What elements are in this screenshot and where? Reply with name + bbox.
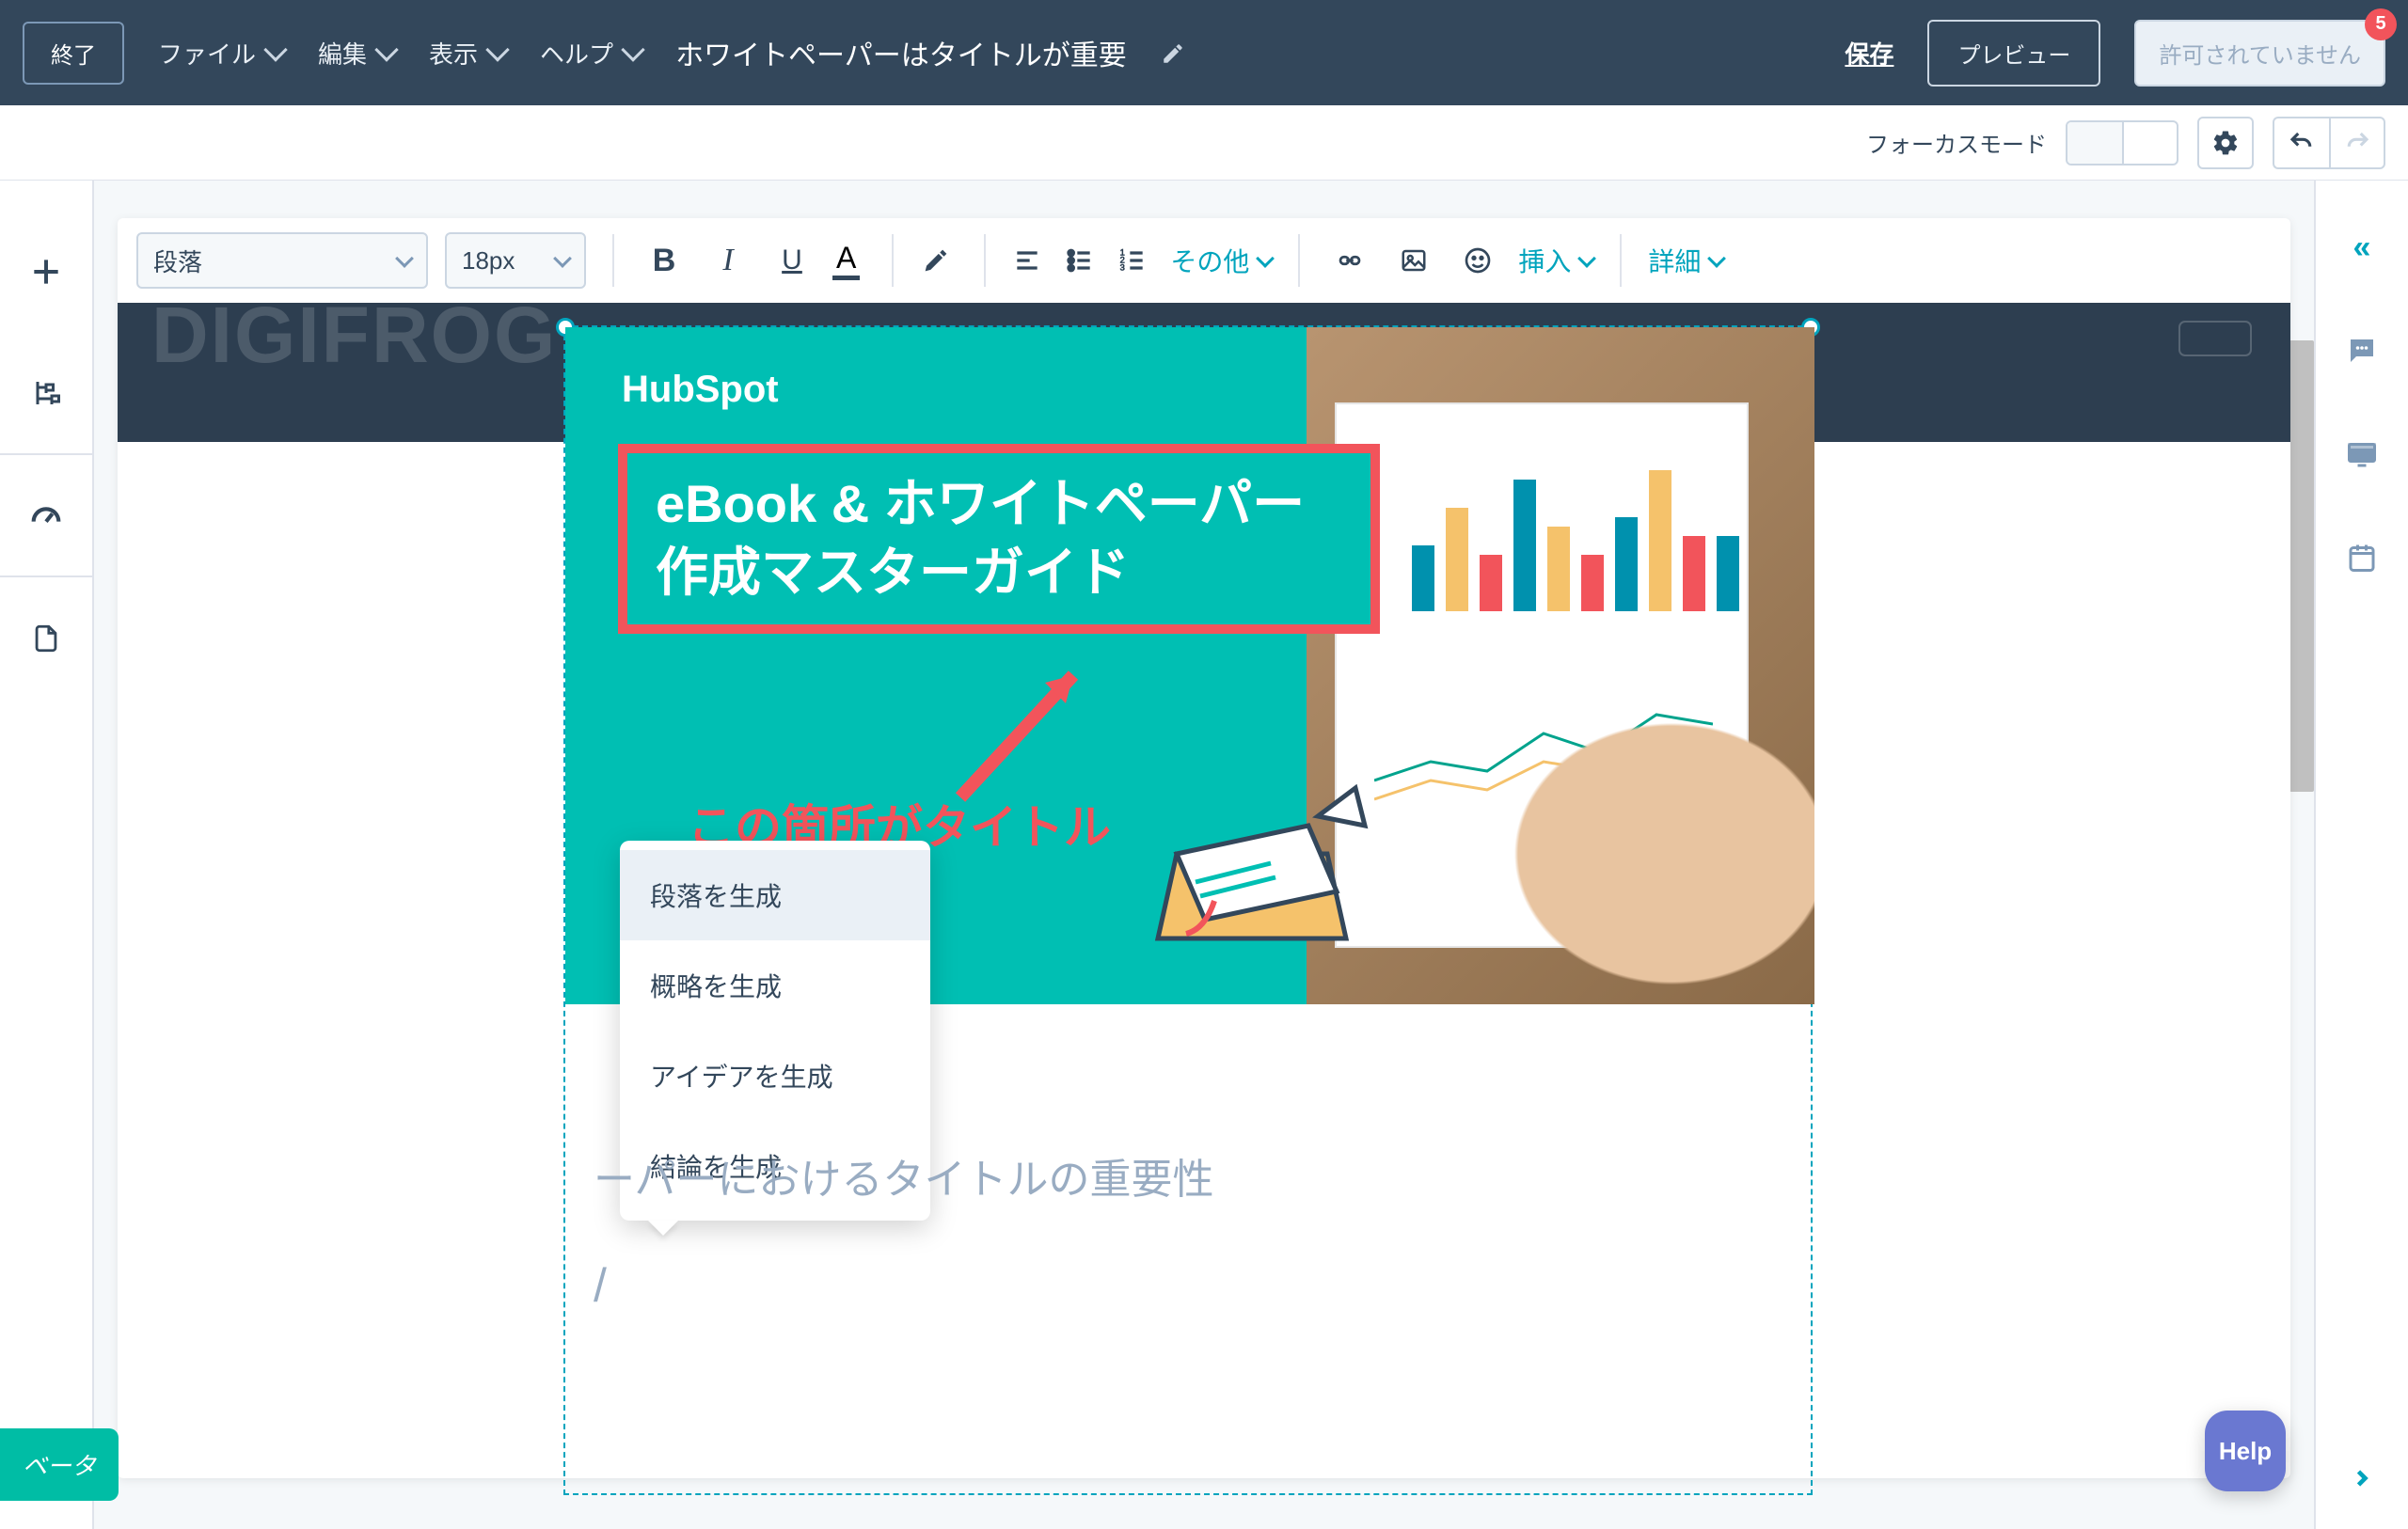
bullet-list-button[interactable] xyxy=(1065,245,1101,276)
edit-menu[interactable]: 編集 xyxy=(318,36,395,71)
divider xyxy=(984,234,986,287)
gauge-icon[interactable] xyxy=(0,455,92,577)
divider xyxy=(612,234,614,287)
more-label: その他 xyxy=(1170,242,1249,279)
edit-title-icon[interactable] xyxy=(1161,41,1183,64)
paragraph-style-label: 段落 xyxy=(153,244,202,278)
top-bar: 終了 ファイル 編集 表示 ヘルプ ホワイトペーパーはタイトルが重要 保存 プレ… xyxy=(0,0,2408,105)
body-heading[interactable]: ーパーにおけるタイトルの重要性 xyxy=(594,1145,1782,1206)
menu-placeholder-icon xyxy=(2178,320,2253,362)
generate-summary-item[interactable]: 概略を生成 xyxy=(620,940,930,1031)
not-allowed-button: 許可されていません 5 xyxy=(2134,20,2385,87)
chevron-down-icon xyxy=(621,38,644,61)
undo-button[interactable] xyxy=(2273,117,2329,169)
divider xyxy=(892,234,894,287)
link-button[interactable] xyxy=(1326,237,1373,284)
preview-button[interactable]: プレビュー xyxy=(1927,20,2100,87)
detail-label: 詳細 xyxy=(1648,242,1701,279)
image-button[interactable] xyxy=(1390,237,1437,284)
focus-mode-label: フォーカスモード xyxy=(1866,126,2047,159)
collapse-icon[interactable]: « xyxy=(2316,196,2408,299)
text-color-button[interactable]: A xyxy=(832,241,865,280)
right-sidebar: « xyxy=(2314,181,2408,1529)
paragraph-style-select[interactable]: 段落 xyxy=(136,232,428,289)
help-button[interactable]: Help xyxy=(2205,1411,2286,1491)
bold-button[interactable]: B xyxy=(641,237,688,284)
save-button[interactable]: 保存 xyxy=(1845,36,1893,71)
scrollbar[interactable] xyxy=(2289,340,2314,792)
hero-title-line1: eBook & ホワイトペーパー xyxy=(656,470,1342,539)
calendar-icon[interactable] xyxy=(2316,506,2408,609)
highlight-button[interactable] xyxy=(920,244,958,276)
chevron-down-icon xyxy=(1256,249,1275,268)
sub-toolbar: フォーカスモード xyxy=(0,105,2408,181)
detail-button[interactable]: 詳細 xyxy=(1648,242,1723,279)
page-title: ホワイトペーパーはタイトルが重要 xyxy=(675,32,1127,73)
italic-button[interactable]: I xyxy=(705,237,752,284)
add-icon[interactable] xyxy=(0,211,92,333)
number-list-button[interactable]: 123 xyxy=(1117,245,1153,276)
emoji-button[interactable] xyxy=(1454,237,1501,284)
svg-text:3: 3 xyxy=(1120,263,1125,273)
brand-hint: DIGIFROG xyxy=(151,290,557,381)
chevron-down-icon xyxy=(1577,249,1596,268)
focus-mode-toggle[interactable] xyxy=(2066,120,2178,166)
tree-icon[interactable] xyxy=(0,333,92,455)
comment-icon[interactable] xyxy=(2316,299,2408,402)
divider xyxy=(1620,234,1622,287)
divider xyxy=(1298,234,1300,287)
font-size-select[interactable]: 18px xyxy=(445,232,586,289)
chevron-down-icon xyxy=(553,249,572,268)
generate-idea-item[interactable]: アイデアを生成 xyxy=(620,1031,930,1121)
view-menu[interactable]: 表示 xyxy=(429,36,506,71)
align-button[interactable] xyxy=(1012,245,1048,276)
underline-button[interactable]: U xyxy=(768,237,816,284)
font-size-label: 18px xyxy=(462,246,515,276)
hero-title-box: eBook & ホワイトペーパー 作成マスターガイド xyxy=(618,444,1380,634)
file-icon[interactable] xyxy=(0,577,92,700)
chevron-down-icon xyxy=(374,38,398,61)
folder-illustration xyxy=(1120,769,1384,976)
insert-label: 挿入 xyxy=(1518,242,1571,279)
chevron-down-icon xyxy=(395,249,414,268)
chevron-down-icon xyxy=(1707,249,1726,268)
generate-paragraph-item[interactable]: 段落を生成 xyxy=(620,850,930,940)
more-button[interactable]: その他 xyxy=(1170,242,1272,279)
beta-badge[interactable]: ベータ xyxy=(0,1428,119,1501)
chevron-down-icon xyxy=(485,38,509,61)
insert-button[interactable]: 挿入 xyxy=(1518,242,1593,279)
notification-badge: 5 xyxy=(2365,8,2397,40)
editable-region[interactable]: HubSpot eBook & ホワイトペーパー 作成マスターガイド この箇所が… xyxy=(563,325,1813,1495)
file-menu-label: ファイル xyxy=(158,36,256,71)
file-menu[interactable]: ファイル xyxy=(158,36,284,71)
not-allowed-label: 許可されていません xyxy=(2159,43,2361,69)
help-menu[interactable]: ヘルプ xyxy=(540,36,642,71)
slash-command-cursor[interactable]: / xyxy=(594,1258,607,1313)
exit-button[interactable]: 終了 xyxy=(23,22,124,85)
help-menu-label: ヘルプ xyxy=(540,36,613,71)
expand-right-icon[interactable] xyxy=(2316,1465,2408,1491)
edit-menu-label: 編集 xyxy=(318,36,367,71)
hero-title-line2: 作成マスターガイド xyxy=(656,539,1342,607)
view-menu-label: 表示 xyxy=(429,36,478,71)
redo-button[interactable] xyxy=(2329,117,2385,169)
editor-canvas: 段落 18px B I U A 123 その他 挿入 詳細 DIGIFROG xyxy=(118,218,2290,1478)
left-sidebar xyxy=(0,181,94,1529)
brand-logo: HubSpot xyxy=(622,369,779,411)
undo-redo-group xyxy=(2273,117,2385,169)
monitor-icon[interactable] xyxy=(2316,402,2408,506)
chevron-down-icon xyxy=(263,38,287,61)
settings-button[interactable] xyxy=(2197,117,2254,169)
main-area: 段落 18px B I U A 123 その他 挿入 詳細 DIGIFROG xyxy=(94,181,2314,1529)
